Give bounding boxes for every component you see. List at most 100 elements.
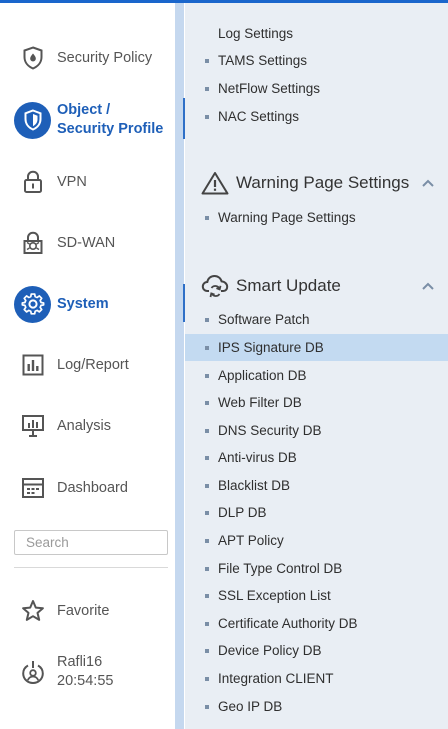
bullet — [205, 484, 209, 488]
user-power-icon — [14, 654, 51, 691]
warning-triangle-icon — [201, 170, 229, 196]
search-input[interactable] — [14, 530, 168, 555]
user-status[interactable]: Rafli16 20:54:55 — [0, 653, 175, 691]
nav-item-security-policy[interactable]: Security Policy — [0, 39, 175, 77]
nav-item-log-report[interactable]: Log/Report — [0, 346, 175, 384]
bullet — [205, 374, 209, 378]
bullet — [205, 87, 209, 91]
bullet — [205, 429, 209, 433]
bullet — [205, 622, 209, 626]
bullet — [205, 59, 209, 63]
submenu-item-file-type-control-db[interactable]: File Type Control DB — [185, 555, 448, 582]
bar-chart-icon — [14, 347, 51, 384]
section-header-warning-page-settings[interactable]: Warning Page Settings — [185, 168, 448, 198]
submenu-item-integration-client[interactable]: Integration CLIENT — [185, 665, 448, 692]
submenu-item-apt-policy[interactable]: APT Policy — [185, 527, 448, 554]
user-time: 20:54:55 — [57, 673, 114, 689]
nav-label-favorite: Favorite — [57, 602, 110, 619]
submenu-item-netflow-settings[interactable]: NetFlow Settings — [185, 75, 448, 102]
bullet — [205, 705, 209, 709]
submenu-item-warning-page-settings[interactable]: Warning Page Settings — [185, 204, 448, 231]
bullet — [205, 649, 209, 653]
submenu-item-label: Software Patch — [218, 312, 310, 327]
section-title-warning: Warning Page Settings — [236, 173, 410, 192]
chevron-up-icon[interactable] — [421, 280, 435, 292]
submenu-item-label: Anti-virus DB — [218, 450, 297, 465]
nav-label-analysis: Analysis — [57, 417, 111, 434]
submenu-item-ips-signature-db[interactable]: IPS Signature DB — [185, 334, 448, 361]
section-title-smart-update: Smart Update — [236, 276, 341, 295]
submenu-item-blacklist-db[interactable]: Blacklist DB — [185, 472, 448, 499]
nav-item-favorite[interactable]: Favorite — [0, 592, 175, 630]
section-header-smart-update[interactable]: Smart Update — [185, 271, 448, 301]
sdwan-lock-icon — [14, 225, 51, 262]
submenu-item-geo-ip-db[interactable]: Geo IP DB — [185, 693, 448, 720]
nav-label-log-report: Log/Report — [57, 356, 129, 373]
submenu-panel: Log Settings TAMS Settings NetFlow Setti… — [185, 0, 448, 729]
gear-icon — [14, 285, 51, 323]
submenu-item-clipped[interactable]: Log Settings — [218, 26, 293, 47]
submenu-item-anti-virus-db[interactable]: Anti-virus DB — [185, 444, 448, 471]
submenu-item-label: TAMS Settings — [218, 53, 308, 68]
nav-divider — [14, 567, 168, 568]
submenu-item-label: Blacklist DB — [218, 478, 291, 493]
nav-item-vpn[interactable]: VPN — [0, 163, 175, 201]
top-accent-bar — [0, 0, 448, 3]
star-icon — [14, 593, 51, 630]
bullet — [205, 216, 209, 220]
submenu-item-label: File Type Control DB — [218, 561, 343, 576]
dashboard-icon — [14, 470, 51, 507]
bullet — [205, 115, 209, 119]
shield-icon — [14, 40, 51, 77]
submenu-item-ssl-exception-list[interactable]: SSL Exception List — [185, 582, 448, 609]
submenu-item-label: DNS Security DB — [218, 423, 322, 438]
submenu-item-software-patch[interactable]: Software Patch — [185, 306, 448, 333]
submenu-item-label: Web Filter DB — [218, 395, 302, 410]
bullet — [205, 401, 209, 405]
nav-label-system: System — [57, 295, 109, 312]
submenu-item-label: NetFlow Settings — [218, 81, 321, 96]
submenu-item-label: Warning Page Settings — [218, 210, 356, 225]
left-navigation: Security Policy Object / Security Profil… — [0, 0, 175, 729]
bullet — [205, 346, 209, 350]
submenu-item-label: APT Policy — [218, 533, 284, 548]
nav-item-sd-wan[interactable]: SD-WAN — [0, 224, 175, 262]
nav-label-sd-wan: SD-WAN — [57, 234, 116, 251]
nav-label-vpn: VPN — [57, 173, 87, 190]
submenu-item-dlp-db[interactable]: DLP DB — [185, 499, 448, 526]
bullet — [205, 318, 209, 322]
submenu-item-label: DLP DB — [218, 505, 267, 520]
submenu-item-web-filter-db[interactable]: Web Filter DB — [185, 389, 448, 416]
submenu-item-certificate-authority-db[interactable]: Certificate Authority DB — [185, 610, 448, 637]
nav-label-object-line1: Object / — [57, 102, 111, 118]
bullet — [205, 539, 209, 543]
nav-label-object-line2: Security Profile — [57, 121, 164, 137]
cloud-sync-icon — [201, 273, 229, 299]
monitor-chart-icon — [14, 408, 51, 445]
nav-item-analysis[interactable]: Analysis — [0, 407, 175, 445]
nav-item-dashboard[interactable]: Dashboard — [0, 469, 175, 507]
user-name: Rafli16 — [57, 654, 103, 670]
bullet — [205, 456, 209, 460]
submenu-item-label: Geo IP DB — [218, 699, 283, 714]
submenu-item-label: Device Policy DB — [218, 643, 322, 658]
submenu-item-label: IPS Signature DB — [218, 340, 324, 355]
nav-item-system[interactable]: System — [0, 285, 175, 323]
nav-label-dashboard: Dashboard — [57, 479, 128, 496]
bullet — [205, 511, 209, 515]
chevron-up-icon[interactable] — [421, 177, 435, 189]
submenu-item-tams-settings[interactable]: TAMS Settings — [185, 47, 448, 74]
submenu-item-application-db[interactable]: Application DB — [185, 362, 448, 389]
nav-item-object-security-profile[interactable]: Object / Security Profile — [0, 100, 175, 140]
submenu-item-label: Certificate Authority DB — [218, 616, 358, 631]
bullet — [205, 677, 209, 681]
submenu-item-nac-settings[interactable]: NAC Settings — [185, 103, 448, 130]
submenu-item-device-policy-db[interactable]: Device Policy DB — [185, 637, 448, 664]
lock-icon — [14, 164, 51, 201]
bullet — [205, 594, 209, 598]
submenu-item-label: SSL Exception List — [218, 588, 331, 603]
submenu-item-label: NAC Settings — [218, 109, 300, 124]
submenu-item-dns-security-db[interactable]: DNS Security DB — [185, 417, 448, 444]
shield-check-icon — [14, 101, 51, 139]
submenu-item-label: Application DB — [218, 368, 307, 383]
